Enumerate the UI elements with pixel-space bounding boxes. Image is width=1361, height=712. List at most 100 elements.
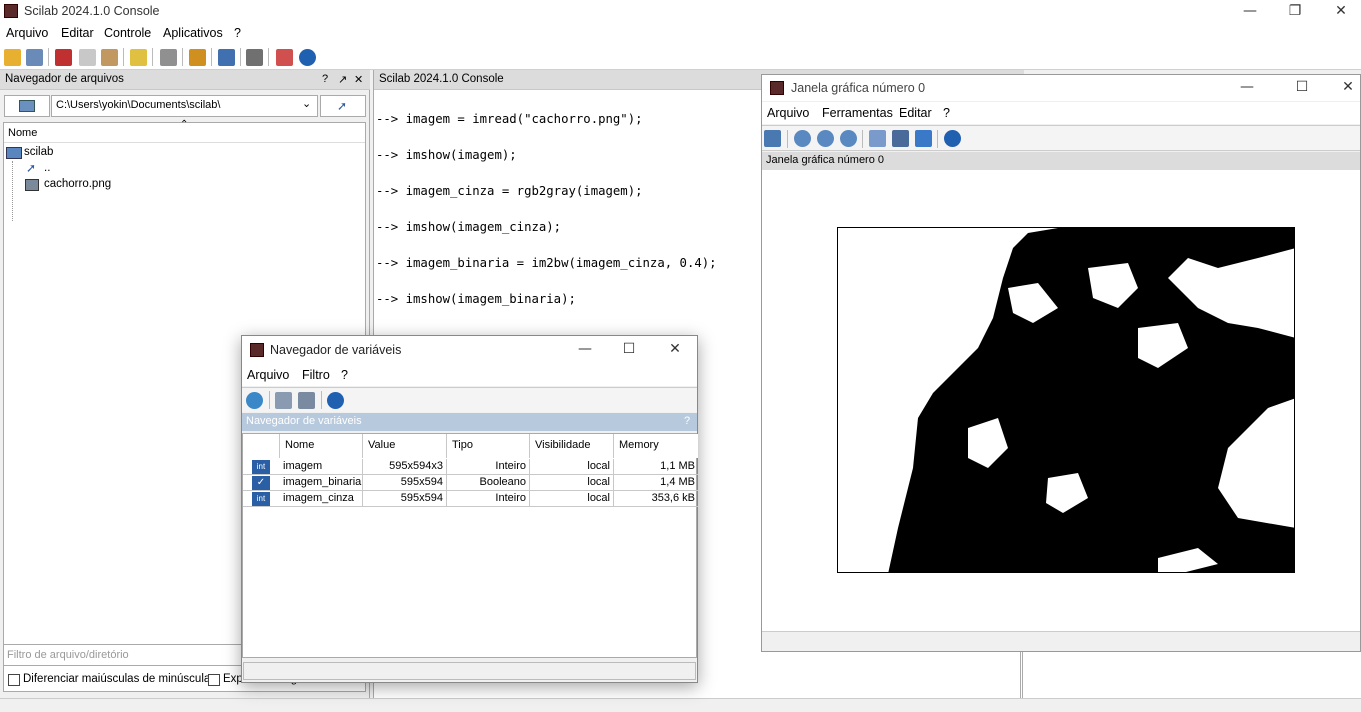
graphic-window-title: Janela gráfica número 0 <box>791 81 926 95</box>
main-menubar: Arquivo Editar Controle Aplicativos ? <box>0 23 1361 44</box>
close-icon[interactable]: ✕ <box>1331 3 1351 19</box>
regex-checkbox[interactable] <box>208 674 220 686</box>
console-title: Scilab 2024.1.0 Console <box>379 73 504 85</box>
tree-item-scilab[interactable]: scilab <box>24 146 53 158</box>
menu-arquivo[interactable]: Arquivo <box>767 106 809 120</box>
zoom-out-icon[interactable] <box>840 130 857 147</box>
console-line: --> imshow(imagem_cinza); <box>376 220 562 234</box>
side-panel-stub <box>1022 652 1361 698</box>
variable-memory: 353,6 kB <box>651 492 695 504</box>
help-icon[interactable] <box>944 130 961 147</box>
graphic-titlebar: Janela gráfica número 0 — ☐ ✕ <box>762 75 1360 101</box>
variable-browser-menubar: Arquivo Filtro ? <box>242 364 697 386</box>
minimize-icon[interactable]: — <box>1240 3 1260 19</box>
menu-ferramentas[interactable]: Ferramentas <box>822 106 893 120</box>
variable-name: imagem <box>280 459 363 475</box>
panel-help-icon[interactable]: ? <box>322 73 328 85</box>
panel-close-icon[interactable]: ✕ <box>354 73 363 86</box>
console-line: --> imshow(imagem); <box>376 148 517 162</box>
toolbar-separator <box>211 48 212 66</box>
menu-editar[interactable]: Editar <box>61 26 94 40</box>
case-sensitive-checkbox[interactable] <box>8 674 20 686</box>
print-icon[interactable] <box>160 49 177 66</box>
variable-browser-window: Navegador de variáveis — ☐ ✕ Arquivo Fil… <box>241 335 698 683</box>
menu-editar[interactable]: Editar <box>899 106 932 120</box>
zoom-area-icon[interactable] <box>794 130 811 147</box>
tools-icon[interactable] <box>246 49 263 66</box>
tree-item-parent[interactable]: .. <box>44 162 50 174</box>
binary-dog-image <box>888 228 1294 572</box>
toolbar-separator <box>123 48 124 66</box>
cut-icon[interactable] <box>55 49 72 66</box>
scilab-logo-icon <box>4 4 18 18</box>
variable-browser-titlebar: Navegador de variáveis — ☐ ✕ <box>242 336 697 364</box>
help-icon[interactable] <box>327 392 344 409</box>
menu-controle[interactable]: Controle <box>104 26 151 40</box>
zoom-in-icon[interactable] <box>817 130 834 147</box>
file-browser-header: Navegador de arquivos <box>0 70 370 90</box>
menu-aplicativos[interactable]: Aplicativos <box>163 26 223 40</box>
checkmark-icon: ✓ <box>252 476 270 490</box>
variable-browser-title: Navegador de variáveis <box>270 343 402 357</box>
browse-folder-button[interactable] <box>4 95 50 117</box>
menu-arquivo[interactable]: Arquivo <box>6 26 48 40</box>
datatip-icon[interactable] <box>869 130 886 147</box>
open-file-icon[interactable] <box>26 49 43 66</box>
paste-icon[interactable] <box>101 49 118 66</box>
graphic-tab-label: Janela gráfica número 0 <box>766 154 885 166</box>
main-titlebar: Scilab 2024.1.0 Console — ❐ ✕ <box>0 0 1361 23</box>
panel-help-icon[interactable]: ? <box>684 415 690 427</box>
undock-icon[interactable]: ↗ <box>338 73 347 86</box>
column-header-value[interactable]: Value <box>363 434 447 458</box>
help-icon[interactable] <box>299 49 316 66</box>
graphic-statusbar <box>762 631 1360 651</box>
tree-guide-line <box>12 161 13 221</box>
close-icon[interactable]: ✕ <box>1338 79 1358 95</box>
refresh-icon[interactable] <box>246 392 263 409</box>
menu-help[interactable]: ? <box>943 106 950 120</box>
clear-icon[interactable] <box>130 49 147 66</box>
delete-variable-icon[interactable] <box>298 392 315 409</box>
minimize-icon[interactable]: — <box>575 341 595 357</box>
variable-browser-header-title: Navegador de variáveis <box>246 415 362 427</box>
image-file-icon <box>25 179 39 191</box>
graphic-canvas[interactable] <box>762 170 1360 631</box>
case-sensitive-label: Diferenciar maiúsculas de minúsculas <box>23 673 217 685</box>
menu-arquivo[interactable]: Arquivo <box>247 368 289 382</box>
chevron-down-icon[interactable]: ⌄ <box>302 97 311 110</box>
var-browser-icon[interactable] <box>189 49 206 66</box>
close-icon[interactable]: ✕ <box>665 341 685 357</box>
column-header-visibilidade[interactable]: Visibilidade <box>530 434 614 458</box>
new-script-icon[interactable] <box>4 49 21 66</box>
minimize-icon[interactable]: — <box>1237 79 1257 95</box>
scilab-logo-icon <box>250 343 264 357</box>
copy-icon[interactable] <box>79 49 96 66</box>
variable-editor-icon[interactable] <box>275 392 292 409</box>
tree-item-cachorro[interactable]: cachorro.png <box>44 178 111 190</box>
column-header-tipo[interactable]: Tipo <box>447 434 530 458</box>
menu-help[interactable]: ? <box>234 26 241 40</box>
graphic-menubar: Arquivo Ferramentas Editar ? <box>762 102 1360 124</box>
edit-axes-icon[interactable] <box>892 130 909 147</box>
restore-icon[interactable]: ❐ <box>1285 3 1305 19</box>
toolbar-separator <box>152 48 153 66</box>
toolbar-separator <box>321 391 322 409</box>
maximize-icon[interactable]: ☐ <box>1292 79 1312 95</box>
menu-help[interactable]: ? <box>341 368 348 382</box>
variable-type: Inteiro <box>447 491 530 507</box>
column-header-nome[interactable]: Nome <box>280 434 363 458</box>
variable-type: Inteiro <box>447 459 530 475</box>
variable-value: 595x594x3 <box>363 459 447 475</box>
pan-icon[interactable] <box>915 130 932 147</box>
graphic-tab: Janela gráfica número 0 <box>762 152 1360 170</box>
help-browser-icon[interactable] <box>276 49 293 66</box>
path-combobox[interactable]: C:\Users\yokin\Documents\scilab\ <box>51 95 318 117</box>
go-up-button[interactable]: ➚ <box>320 95 366 117</box>
toolbar-separator <box>240 48 241 66</box>
column-header-icon[interactable] <box>243 434 280 458</box>
rotate-icon[interactable] <box>764 130 781 147</box>
maximize-icon[interactable]: ☐ <box>619 341 639 357</box>
menu-filtro[interactable]: Filtro <box>302 368 330 382</box>
demo-icon[interactable] <box>218 49 235 66</box>
column-header-memory[interactable]: Memory <box>614 434 698 458</box>
